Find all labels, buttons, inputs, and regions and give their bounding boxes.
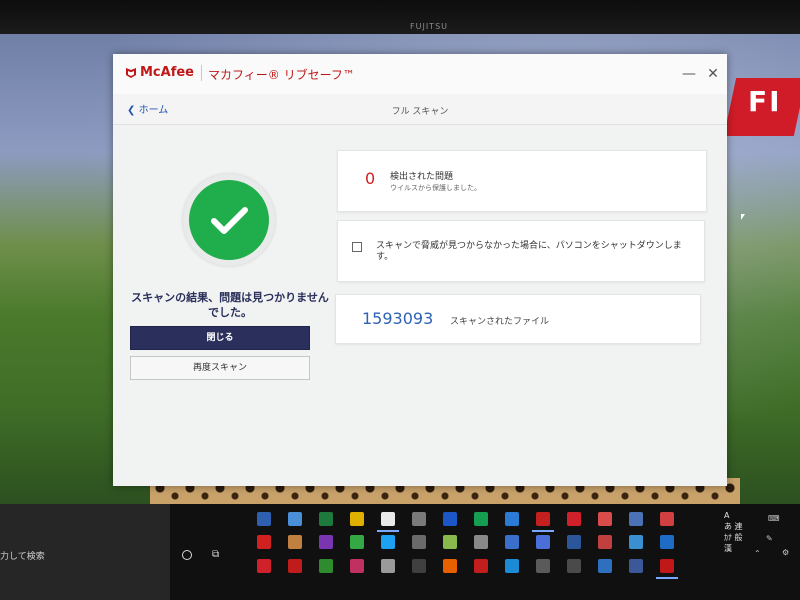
app-red-window-icon[interactable] [532, 512, 554, 532]
pinned-apps [251, 504, 691, 600]
app-onenote-icon[interactable] [319, 535, 333, 549]
app-xbox-icon[interactable] [319, 559, 333, 573]
app-calc-icon[interactable] [474, 535, 488, 549]
app-screen-icon[interactable] [629, 535, 643, 549]
app-chrome-icon[interactable] [377, 512, 399, 532]
touch-keyboard-icon[interactable]: ⌨ [768, 514, 780, 523]
app-youtube-icon[interactable] [257, 535, 271, 549]
brand-name: McAfee [140, 65, 194, 80]
bezel-logo: FUJITSU [410, 22, 448, 31]
app-acrobat-icon[interactable] [474, 559, 488, 573]
app-network-icon[interactable] [288, 512, 302, 526]
app-disk-icon[interactable] [412, 512, 426, 526]
app-folder-icon[interactable] [567, 559, 581, 573]
app-pinwheel-icon[interactable] [598, 512, 612, 526]
app-browser-icon[interactable] [598, 559, 612, 573]
app-blue-grid-icon[interactable] [257, 512, 271, 526]
app-wave-icon[interactable] [443, 512, 457, 526]
issues-subtitle: ウイルスから保護しました。 [390, 184, 481, 192]
product-name: マカフィー® リブセーフ™ [208, 68, 355, 82]
app-notes-icon[interactable] [350, 512, 364, 526]
page-title: フル スキャン [391, 107, 449, 117]
background-banner-text: FI [748, 85, 782, 118]
mcafee-shield-icon [126, 68, 136, 78]
shutdown-checkbox[interactable] [352, 242, 362, 252]
app-play-icon[interactable] [536, 535, 550, 549]
app-movie-icon[interactable] [598, 535, 612, 549]
close-window-button[interactable]: ✕ [705, 66, 721, 82]
nav-bar: ❮ ホーム フル スキャン [113, 94, 727, 125]
screen: FUJITSU FI McAfee マカフィー® リブセーフ™ — ✕ ❮ ホー… [0, 0, 800, 600]
search-placeholder: 力して検索 [0, 552, 45, 562]
app-android-icon[interactable] [443, 535, 457, 549]
app-calendar-icon[interactable] [505, 535, 519, 549]
network-icon[interactable]: ⚙ [782, 548, 789, 557]
app-mcafee-icon[interactable] [656, 559, 678, 579]
scanned-files-label: スキャンされたファイル [450, 317, 550, 327]
app-facebook-icon[interactable] [629, 559, 643, 573]
scanned-files-card: 1593093 スキャンされたファイル [335, 294, 701, 344]
app-docomo-icon[interactable] [474, 512, 488, 526]
cortana-icon[interactable] [182, 550, 192, 560]
app-camera-icon[interactable] [412, 559, 426, 573]
app-outlook-icon[interactable] [660, 535, 674, 549]
monitor-bezel: FUJITSU [0, 0, 800, 34]
issues-title: 検出された問題 [390, 172, 454, 182]
ime-line: 漢 [724, 544, 732, 553]
issues-count: 0 [365, 169, 376, 188]
app-yahoo-icon[interactable] [567, 512, 581, 526]
mcafee-window: McAfee マカフィー® リブセーフ™ — ✕ ❮ ホーム フル スキャン ス… [113, 54, 727, 486]
app-edge-blue-icon[interactable] [505, 512, 519, 526]
chevron-up-icon[interactable]: ⌃ [754, 549, 761, 558]
ime-line: あ 連 [724, 522, 743, 531]
shutdown-option-card: スキャンで脅威が見つからなかった場合に、パソコンをシャットダウンします。 [337, 220, 705, 282]
checkmark-icon [211, 207, 248, 234]
issues-card: 0 検出された問題 ウイルスから保護しました。 [337, 150, 707, 212]
app-rakuten-icon[interactable] [288, 559, 302, 573]
app-photo-icon[interactable] [288, 535, 302, 549]
mouse-cursor-icon [741, 214, 745, 220]
app-kanji-icon[interactable] [350, 559, 364, 573]
ime-line: ｶﾅ 般 [724, 533, 743, 542]
app-excel-icon[interactable] [319, 512, 333, 526]
brand-divider [201, 65, 202, 81]
taskbar: 力して検索 ⧉ A あ 連 ｶﾅ 般 漢 ⌨ ✎ ⌃ ⚙ [0, 504, 800, 600]
app-image-icon[interactable] [629, 512, 643, 526]
title-bar: McAfee マカフィー® リブセーフ™ — ✕ [113, 54, 727, 95]
app-firefox-icon[interactable] [443, 559, 457, 573]
minimize-button[interactable]: — [681, 66, 697, 82]
app-evernote-icon[interactable] [350, 535, 364, 549]
app-ie-icon[interactable] [505, 559, 519, 573]
app-printer-icon[interactable] [381, 559, 395, 573]
app-plus-icon[interactable] [660, 512, 674, 526]
pen-icon[interactable]: ✎ [766, 534, 773, 543]
app-twitter-icon[interactable] [381, 535, 395, 549]
app-word-icon[interactable] [567, 535, 581, 549]
taskbar-search[interactable]: 力して検索 [0, 504, 170, 600]
task-view-icon[interactable]: ⧉ [212, 549, 219, 560]
app-mail99-icon[interactable] [412, 535, 426, 549]
success-circle [189, 180, 269, 260]
rescan-button[interactable]: 再度スキャン [130, 356, 310, 380]
app-yahoo2-icon[interactable] [257, 559, 271, 573]
ime-indicator[interactable]: A あ 連 ｶﾅ 般 漢 [724, 510, 754, 554]
scanned-files-count: 1593093 [362, 309, 434, 328]
shutdown-option-label: スキャンで脅威が見つからなかった場合に、パソコンをシャットダウンします。 [376, 241, 682, 262]
status-badge [183, 174, 275, 266]
scan-result-message: スキャンの結果、問題は見つかりませんでした。 [131, 291, 329, 319]
close-button[interactable]: 閉じる [130, 326, 310, 350]
ime-line: A [724, 511, 730, 520]
app-media-icon[interactable] [536, 559, 550, 573]
